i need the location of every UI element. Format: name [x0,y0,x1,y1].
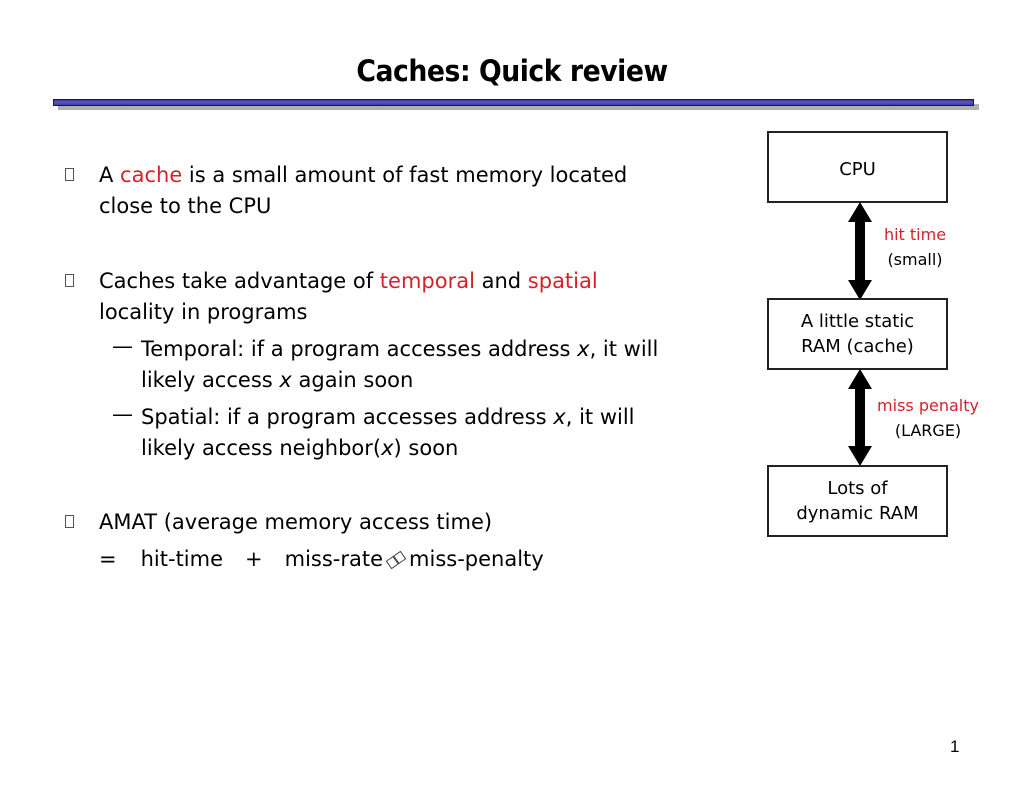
hit-time-sublabel: (small) [887,250,943,269]
box-label: Lots of [827,478,888,499]
sub-bullet-dash: — [112,402,133,426]
multiply-icon [385,550,407,570]
cpu-box: CPU [767,131,948,203]
miss-penalty-arrow [848,369,872,466]
text-run: Spatial: if a program accesses address [141,405,554,429]
double-arrow-icon [848,369,872,466]
dram-box: Lots of dynamic RAM [767,465,948,537]
plus-sign: + [245,547,263,571]
variable-x: x [577,337,590,361]
text-run: Temporal: if a program accesses address [141,337,578,361]
bullet-icon [65,168,74,181]
cache-box: A little static RAM (cache) [767,298,948,370]
bullet-icon [65,274,74,287]
sub-bullet-temporal-line-1: Temporal: if a program accesses address … [141,334,658,365]
bullet-icon [65,515,74,528]
box-label: A little static [800,311,915,332]
sub-bullet-spatial-line-2: likely access neighbor(x) soon [141,433,458,464]
bullet-2-line-1: Caches take advantage of temporal and sp… [99,266,598,297]
text-run: likely access neighbor( [141,436,382,460]
text-run: ) soon [393,436,459,460]
highlight-temporal: temporal [379,269,475,293]
bullet-3-line-1: AMAT (average memory access time) [99,510,493,534]
sub-bullet-spatial-line-1: Spatial: if a program accesses address x… [141,402,635,433]
variable-x: x [279,368,292,392]
variable-x: x [381,436,394,460]
amat-formula: = hit-time + miss-rate miss-penalty [99,544,544,575]
variable-x: x [553,405,566,429]
formula-hit-time: hit-time [140,547,224,571]
text-run: and [474,269,528,293]
text-run: A [99,163,121,187]
box-label: CPU [839,159,876,180]
text-run: is a small amount of fast memory located [182,163,628,187]
page-number: 1 [950,737,960,756]
sub-bullet-temporal-line-2: likely access x again soon [141,365,413,396]
highlight-cache: cache [120,163,183,187]
text-run: again soon [291,368,414,392]
miss-penalty-label: miss penalty [877,396,979,415]
highlight-spatial: spatial [527,269,598,293]
double-arrow-icon [848,202,872,300]
miss-penalty-sublabel: (LARGE) [894,421,962,440]
slide-title: Caches: Quick review [356,54,668,88]
formula-miss-penalty: miss-penalty [409,547,544,571]
text-run: , it will [589,337,659,361]
hit-time-label: hit time [883,225,947,244]
text-run: likely access [141,368,280,392]
text-run: Caches take advantage of [99,269,380,293]
box-label: dynamic RAM [796,503,919,524]
text-run: , it will [565,405,635,429]
bullet-1-line-1: A cache is a small amount of fast memory… [99,160,627,191]
title-rule [53,99,974,106]
sub-bullet-dash: — [112,334,133,358]
bullet-1-line-2: close to the CPU [99,194,272,218]
box-label: RAM (cache) [801,336,914,357]
equals-sign: = [99,547,117,571]
formula-miss-rate: miss-rate [284,547,384,571]
bullet-2-line-2: locality in programs [99,300,308,324]
